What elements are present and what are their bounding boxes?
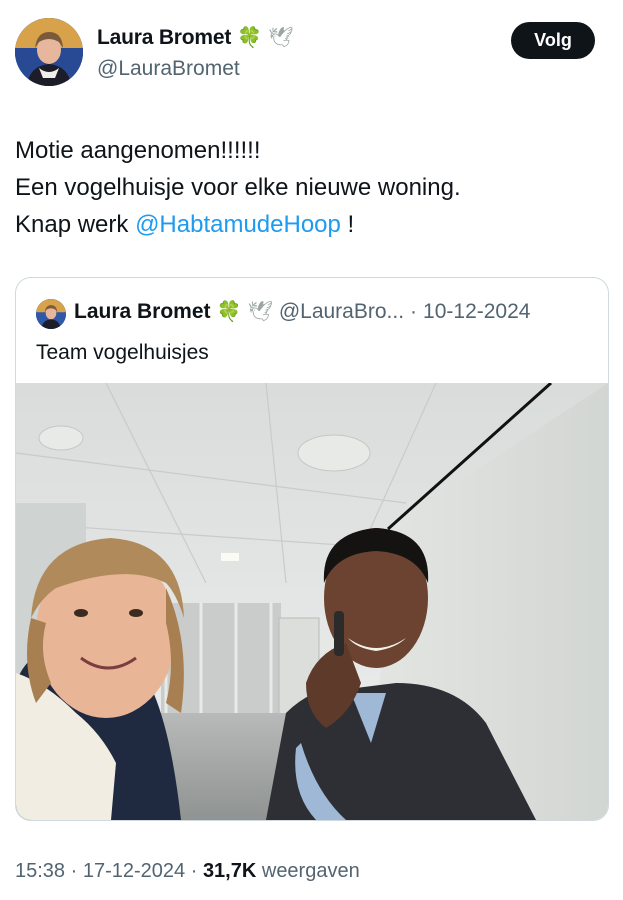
tweet-line-2: Een vogelhuisje voor elke nieuwe woning. — [15, 174, 461, 201]
author-display-name[interactable]: Laura Bromet — [97, 26, 231, 50]
dove-icon: 🕊 — [268, 27, 294, 49]
quoted-tweet[interactable]: Laura Bromet 🍀 🕊 @LauraBro... · 10-12-20… — [15, 277, 609, 821]
quote-photo[interactable] — [16, 383, 608, 820]
meta-separator-2: · — [185, 860, 203, 882]
quote-handle: @LauraBro... — [278, 300, 405, 323]
tweet-line-1: Motie aangenomen!!!!!! — [15, 137, 261, 164]
tweet-time[interactable]: 15:38 — [15, 860, 65, 882]
quote-display-name: Laura Bromet — [74, 300, 211, 323]
clover-icon: 🍀 — [237, 27, 263, 49]
tweet-line-3: Knap werk @HabtamudeHoop ! — [15, 206, 461, 243]
avatar[interactable] — [15, 18, 83, 86]
avatar-image — [15, 18, 83, 86]
quote-dove-icon: 🕊 — [247, 301, 273, 323]
quote-header: Laura Bromet 🍀 🕊 @LauraBro... · 10-12-20… — [74, 300, 530, 324]
mention-link[interactable]: @HabtamudeHoop — [135, 211, 341, 238]
quote-text: Team vogelhuisjes — [36, 341, 209, 364]
quote-separator: · — [410, 300, 418, 323]
quote-date: 10-12-2024 — [423, 300, 531, 323]
tweet-line-3-suffix: ! — [340, 211, 355, 238]
follow-button[interactable]: Volg — [511, 22, 595, 59]
tweet-date[interactable]: 17-12-2024 — [83, 860, 185, 882]
quote-avatar-image — [36, 299, 66, 329]
views-label: weergaven — [256, 860, 360, 882]
tweet-text: Motie aangenomen!!!!!! Een vogelhuisje v… — [15, 132, 461, 243]
tweet-line-3-prefix: Knap werk — [15, 211, 136, 238]
view-count: 31,7K — [202, 860, 257, 882]
author-name-row: Laura Bromet 🍀 🕊 — [97, 26, 293, 50]
quote-avatar — [36, 299, 66, 329]
quote-clover-icon: 🍀 — [216, 301, 242, 323]
tweet-meta: 15:38 · 17-12-2024 · 31,7K weergaven — [15, 860, 360, 883]
author-handle[interactable]: @LauraBromet — [97, 57, 240, 81]
meta-separator-1: · — [65, 860, 83, 882]
